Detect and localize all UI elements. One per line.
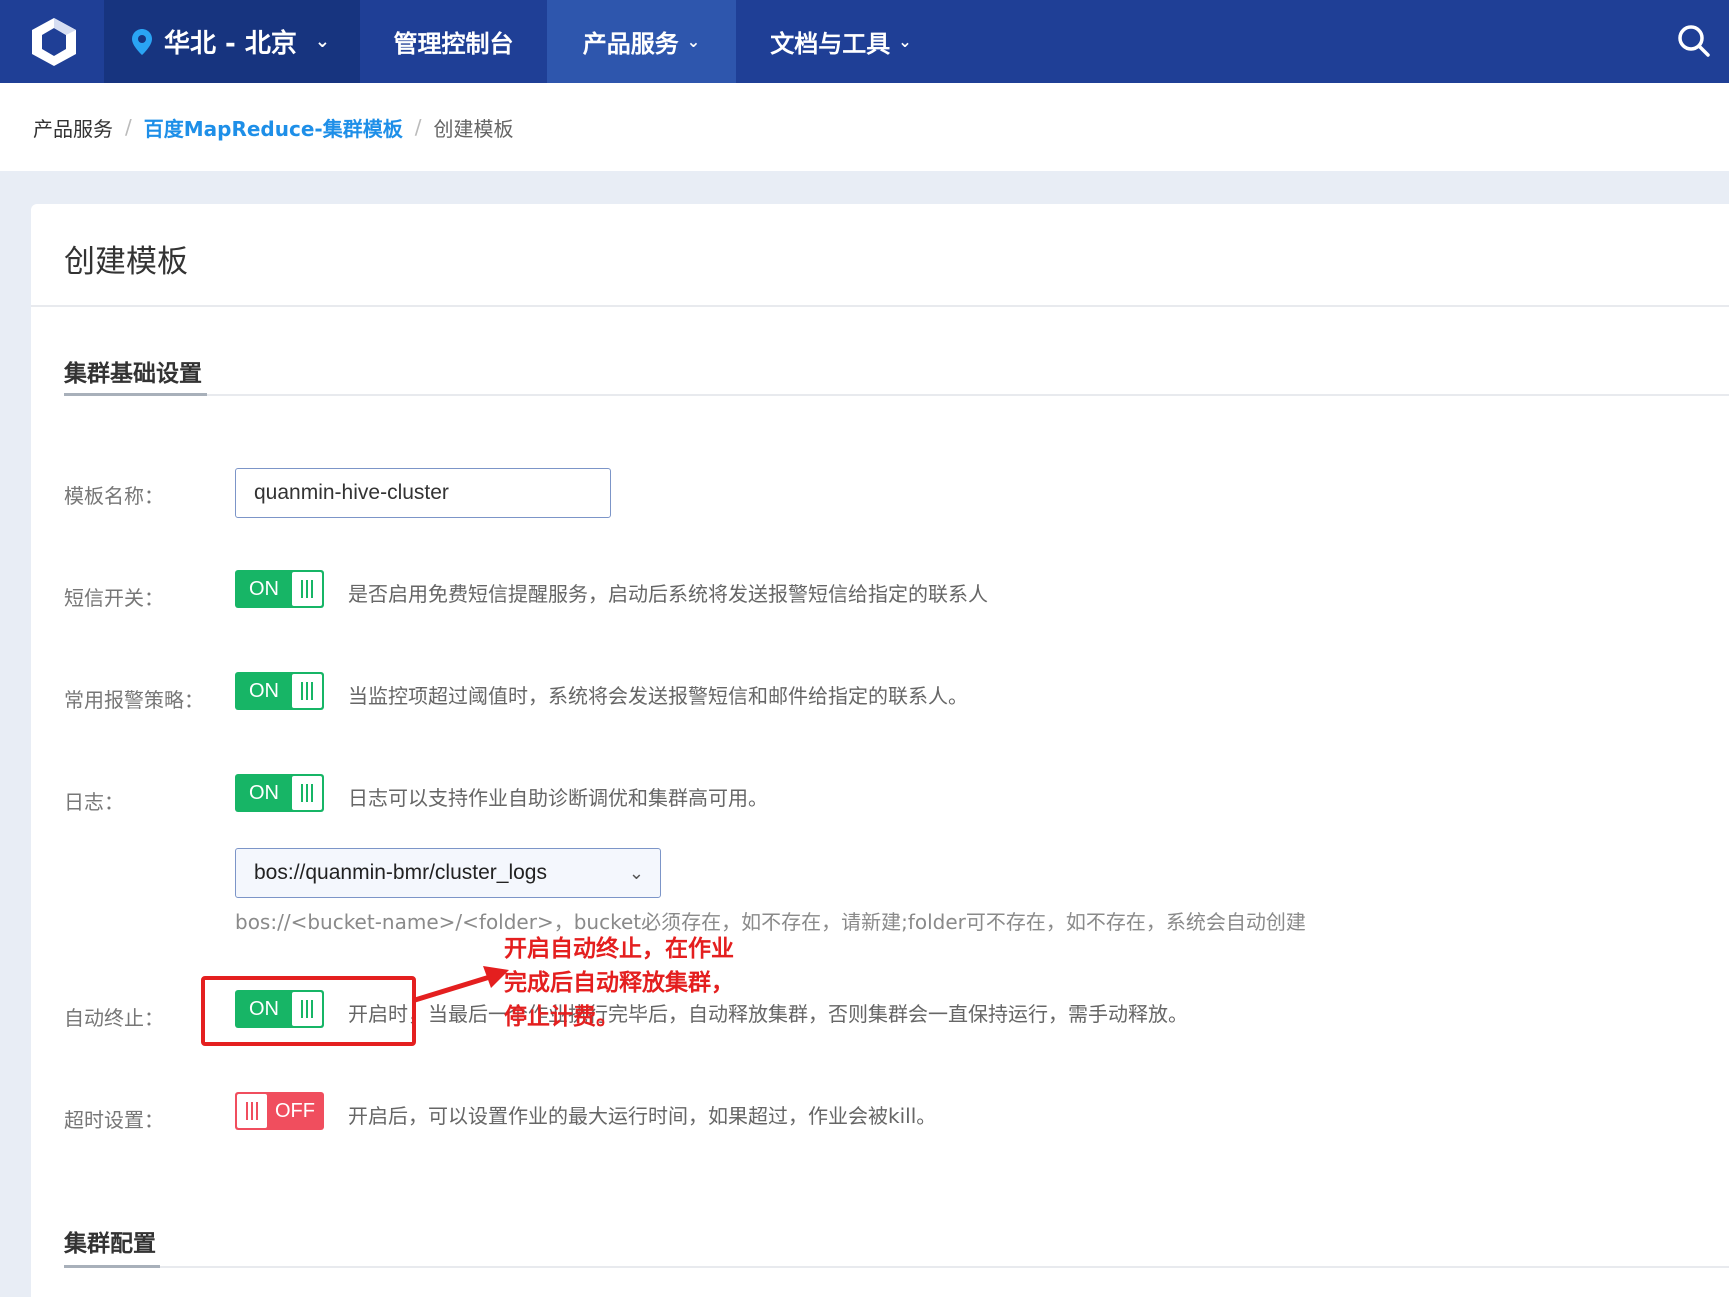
sms-switch-label: 短信开关： [64, 586, 164, 610]
log-toggle[interactable]: ON [235, 774, 324, 812]
chevron-down-icon: ⌄ [314, 31, 330, 52]
alarm-policy-label: 常用报警策略： [64, 688, 204, 712]
page-title: 创建模板 [64, 244, 188, 280]
auto-terminate-label: 自动终止： [64, 1006, 164, 1030]
timeout-description: 开启后，可以设置作业的最大运行时间，如果超过，作业会被kill。 [348, 1104, 937, 1128]
log-description: 日志可以支持作业自助诊断调优和集群高可用。 [348, 786, 768, 810]
nav-console-label: 管理控制台 [393, 30, 514, 58]
toggle-state-text: ON [249, 679, 279, 702]
section-tab-underline [64, 393, 207, 396]
breadcrumb-separator: / [414, 115, 422, 139]
chevron-down-icon: ⌄ [686, 32, 701, 51]
toggle-state-text: ON [249, 577, 279, 600]
annotation-line-3: 停止计费。 [504, 1004, 619, 1030]
section-divider [64, 394, 1729, 396]
breadcrumb-separator: / [125, 115, 132, 139]
annotation-arrow-icon [414, 966, 509, 1003]
sms-description: 是否启用免费短信提醒服务，启动后系统将发送报警短信给指定的联系人 [348, 582, 988, 606]
toggle-knob [237, 1094, 267, 1128]
annotation-highlight-box [201, 976, 416, 1046]
cloud-logo-icon[interactable] [26, 14, 82, 70]
log-path-value: bos://quanmin-bmr/cluster_logs [254, 861, 547, 884]
location-pin-icon [132, 28, 152, 55]
timeout-label: 超时设置： [64, 1108, 164, 1132]
region-selector[interactable]: 华北 - 北京 ⌄ [104, 0, 360, 83]
template-name-label: 模板名称： [64, 484, 164, 508]
toggle-state-text: OFF [275, 1099, 315, 1122]
alarm-policy-toggle[interactable]: ON [235, 672, 324, 710]
log-path-hint: bos://<bucket-name>/<folder>，bucket必须存在，… [235, 910, 1306, 934]
annotation-line-1: 开启自动终止，在作业 [504, 936, 734, 962]
region-label: 华北 - 北京 [164, 29, 297, 59]
nav-docs[interactable]: 文档与工具 ⌄ [736, 0, 946, 83]
breadcrumb-parent-link[interactable]: 百度MapReduce-集群模板 [144, 113, 403, 142]
timeout-toggle[interactable]: OFF [235, 1092, 324, 1130]
breadcrumb-current: 创建模板 [433, 116, 514, 141]
template-name-input[interactable]: quanmin-hive-cluster [235, 468, 611, 518]
nav-docs-label: 文档与工具 [770, 30, 891, 58]
section-tab-underline [64, 1265, 160, 1268]
chevron-down-icon: ⌄ [898, 32, 912, 51]
nav-console[interactable]: 管理控制台 [360, 0, 547, 83]
log-label: 日志： [64, 790, 124, 814]
sms-toggle[interactable]: ON [235, 570, 324, 608]
toggle-knob [292, 776, 322, 810]
toggle-knob [292, 572, 322, 606]
annotation-line-2: 完成后自动释放集群， [504, 970, 734, 996]
annotation-note: 开启自动终止，在作业 完成后自动释放集群， 停止计费。 [504, 932, 734, 1034]
title-divider [31, 305, 1729, 307]
section-basic-settings: 集群基础设置 [64, 361, 202, 387]
toggle-knob [292, 674, 322, 708]
breadcrumb-root[interactable]: 产品服务 [33, 113, 113, 142]
section-cluster-config: 集群配置 [64, 1231, 156, 1257]
nav-products-label: 产品服务 [582, 30, 679, 58]
create-template-card: 创建模板 集群基础设置 模板名称： quanmin-hive-cluster 短… [31, 204, 1729, 1297]
toggle-state-text: ON [249, 781, 279, 804]
search-icon[interactable] [1675, 22, 1713, 60]
top-navbar: 华北 - 北京 ⌄ 管理控制台 产品服务 ⌄ 文档与工具 ⌄ [0, 0, 1729, 83]
breadcrumb: 产品服务 / 百度MapReduce-集群模板 / 创建模板 [0, 83, 1729, 171]
alarm-policy-description: 当监控项超过阈值时，系统将会发送报警短信和邮件给指定的联系人。 [348, 684, 968, 708]
section-divider [64, 1266, 1729, 1268]
chevron-down-icon: ⌄ [628, 863, 644, 883]
nav-products[interactable]: 产品服务 ⌄ [547, 0, 736, 83]
log-path-select[interactable]: bos://quanmin-bmr/cluster_logs ⌄ [235, 848, 661, 898]
